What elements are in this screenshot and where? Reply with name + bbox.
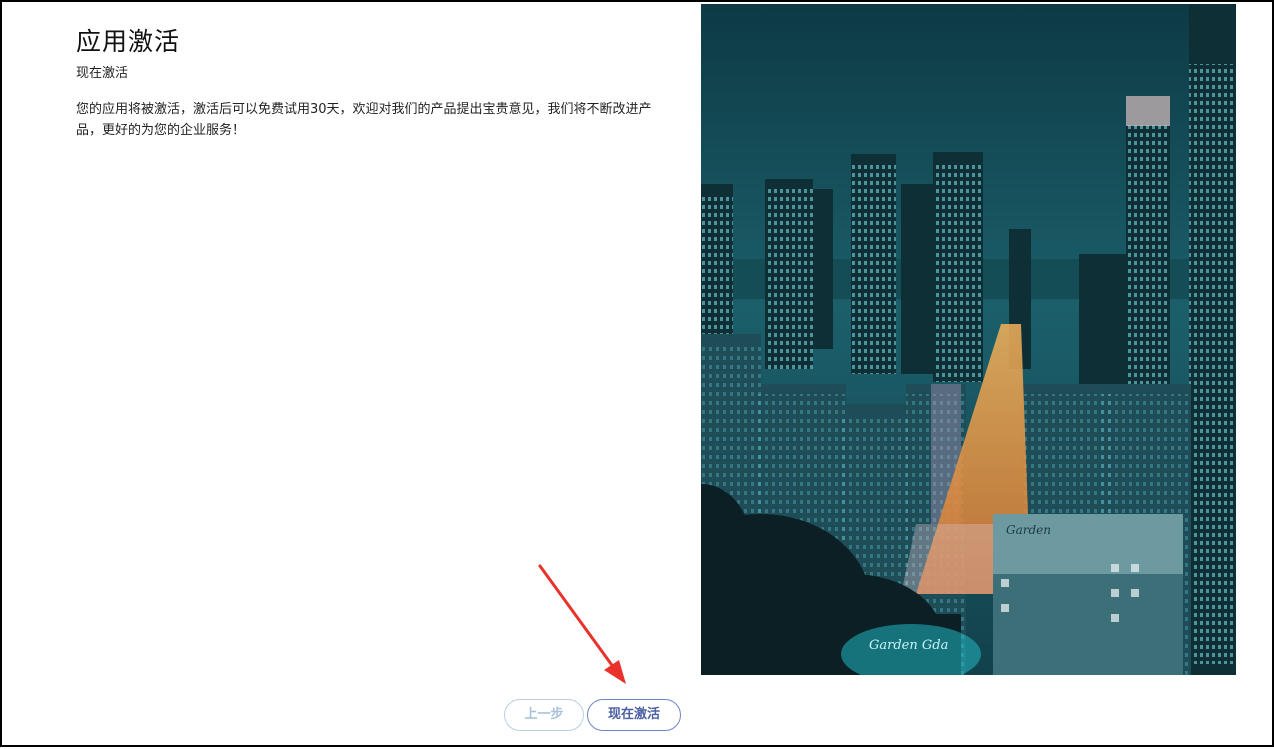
building-sign-text: Garden [1006, 523, 1051, 537]
city-night-photo: Garden Garden Gda [701, 4, 1236, 675]
neon-sign-text: Garden Gda [869, 638, 948, 653]
page-subtitle: 现在激活 [76, 66, 129, 81]
activate-now-button[interactable]: 现在激活 [587, 699, 681, 731]
city-skyline-illustration: Garden Garden Gda [701, 4, 1236, 675]
previous-step-button[interactable]: 上一步 [504, 699, 584, 731]
activation-description: 您的应用将被激活，激活后可以免费试用30天，欢迎对我们的产品提出宝贵意见，我们将… [76, 102, 652, 138]
activation-window: 应用激活 现在激活 您的应用将被激活，激活后可以免费试用30天，欢迎对我们的产品… [0, 0, 1274, 747]
page-title: 应用激活 [76, 27, 181, 56]
